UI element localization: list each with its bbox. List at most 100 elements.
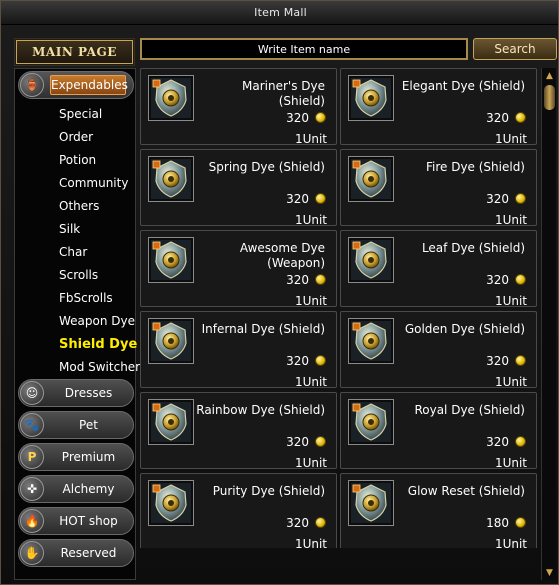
item-price: 320 (486, 111, 509, 125)
subcategory-order[interactable]: Order (59, 130, 93, 144)
subcategory-fbscrolls[interactable]: FbScrolls (59, 291, 113, 305)
shield-dye-icon[interactable] (148, 480, 194, 526)
shield-dye-icon[interactable] (348, 318, 394, 364)
item-name: Awesome Dye (Weapon) (239, 241, 325, 270)
item-card[interactable]: Glow Reset (Shield) 180 1Unit (340, 473, 537, 548)
scroll-up-arrow-icon[interactable]: ▲ (543, 69, 556, 82)
item-name: Golden Dye (Shield) (404, 322, 525, 336)
item-price: 320 (286, 192, 309, 206)
subcategory-char[interactable]: Char (59, 245, 87, 259)
subcategory-silk[interactable]: Silk (59, 222, 80, 236)
shield-dye-icon[interactable] (148, 318, 194, 364)
subcategory-potion[interactable]: Potion (59, 153, 96, 167)
category-hot-shop[interactable]: 🔥 HOT shop (18, 507, 134, 535)
item-unit: 1Unit (294, 294, 327, 308)
item-unit: 1Unit (494, 294, 527, 308)
item-card[interactable]: Infernal Dye (Shield) 320 1Unit (140, 311, 337, 389)
shield-dye-icon[interactable] (148, 75, 194, 121)
item-name: Leaf Dye (Shield) (421, 241, 525, 255)
shield-dye-icon[interactable] (148, 237, 194, 283)
item-name: Elegant Dye (Shield) (401, 79, 525, 93)
item-unit: 1Unit (294, 375, 327, 389)
category-label: Dresses (64, 386, 113, 400)
item-card[interactable]: Awesome Dye (Weapon) 320 1Unit (140, 230, 337, 308)
search-button[interactable]: Search (473, 38, 557, 60)
category-premium[interactable]: P Premium (18, 443, 134, 471)
item-unit: 1Unit (294, 456, 327, 470)
silk-coin-icon (515, 112, 526, 123)
premium-p-icon: P (20, 445, 44, 469)
category-dresses[interactable]: ☺ Dresses (18, 379, 134, 407)
window-title: Item Mall (254, 6, 307, 19)
item-price: 320 (286, 111, 309, 125)
category-alchemy[interactable]: ✜ Alchemy (18, 475, 134, 503)
search-input[interactable] (140, 38, 468, 60)
item-name: Glow Reset (Shield) (407, 484, 525, 498)
item-card[interactable]: Royal Dye (Shield) 320 1Unit (340, 392, 537, 470)
silk-coin-icon (315, 355, 326, 366)
item-unit: 1Unit (494, 456, 527, 470)
item-price: 320 (286, 435, 309, 449)
silk-coin-icon (315, 436, 326, 447)
category-expendables[interactable]: 🏺 Expendables (18, 71, 134, 99)
item-price: 320 (286, 516, 309, 530)
subcategory-shield-dye[interactable]: Shield Dye (59, 337, 137, 352)
silk-coin-icon (515, 517, 526, 528)
item-card[interactable]: Golden Dye (Shield) 320 1Unit (340, 311, 537, 389)
silk-coin-icon (515, 355, 526, 366)
category-label: Reserved (60, 546, 117, 560)
item-mall-window: Item Mall MAIN PAGE Search 🏺 Expendables ☺… (0, 0, 559, 585)
item-card[interactable]: Purity Dye (Shield) 320 1Unit (140, 473, 337, 548)
item-card[interactable]: Spring Dye (Shield) 320 1Unit (140, 149, 337, 227)
main-page-button[interactable]: MAIN PAGE (14, 38, 135, 66)
shield-dye-icon[interactable] (348, 237, 394, 283)
category-label: Expendables (50, 75, 128, 95)
item-card[interactable]: Leaf Dye (Shield) 320 1Unit (340, 230, 537, 308)
subcategory-weapon-dye[interactable]: Weapon Dye (59, 314, 135, 328)
silk-coin-icon (515, 436, 526, 447)
subcategory-community[interactable]: Community (59, 176, 128, 190)
silk-coin-icon (315, 193, 326, 204)
item-unit: 1Unit (294, 537, 327, 548)
subcategory-scrolls[interactable]: Scrolls (59, 268, 98, 282)
category-label: Pet (79, 418, 98, 432)
item-card[interactable]: Fire Dye (Shield) 320 1Unit (340, 149, 537, 227)
hand-icon: ✋ (20, 541, 44, 565)
item-name: Royal Dye (Shield) (414, 403, 525, 417)
subcategory-mod-switcher[interactable]: Mod Switcher (59, 360, 140, 374)
item-price: 320 (286, 354, 309, 368)
shield-dye-icon[interactable] (148, 156, 194, 202)
item-scrollbar[interactable]: ▲ ▼ (541, 68, 556, 580)
silk-coin-icon (315, 517, 326, 528)
category-reserved[interactable]: ✋ Reserved (18, 539, 134, 567)
item-grid: Mariner's Dye (Shield) 320 1Unit Elegant Dy… (140, 68, 538, 548)
silk-coin-icon (315, 112, 326, 123)
scroll-thumb[interactable] (544, 85, 555, 110)
category-pet[interactable]: 🐾 Pet (18, 411, 134, 439)
subcategory-others[interactable]: Others (59, 199, 99, 213)
title-bar[interactable]: Item Mall (1, 1, 558, 25)
fire-icon: 🔥 (20, 509, 44, 533)
item-price: 320 (286, 273, 309, 287)
item-card[interactable]: Elegant Dye (Shield) 320 1Unit (340, 68, 537, 146)
shield-dye-icon[interactable] (148, 399, 194, 445)
category-label: Alchemy (62, 482, 115, 496)
item-name: Rainbow Dye (Shield) (196, 403, 325, 417)
category-sidebar: 🏺 Expendables ☺ Dresses 🐾 Pet P Premium ✜ Alchemy… (14, 68, 140, 580)
item-card[interactable]: Mariner's Dye (Shield) 320 1Unit (140, 68, 337, 146)
item-price: 180 (486, 516, 509, 530)
category-label: Premium (61, 450, 116, 464)
scroll-down-arrow-icon[interactable]: ▼ (543, 566, 556, 579)
alchemy-icon: ✜ (20, 477, 44, 501)
subcategory-special[interactable]: Special (59, 107, 102, 121)
silk-coin-icon (515, 193, 526, 204)
shield-dye-icon[interactable] (348, 480, 394, 526)
character-icon: ☺ (20, 381, 44, 405)
item-unit: 1Unit (294, 213, 327, 227)
item-price: 320 (486, 192, 509, 206)
item-unit: 1Unit (294, 132, 327, 146)
shield-dye-icon[interactable] (348, 75, 394, 121)
item-card[interactable]: Rainbow Dye (Shield) 320 1Unit (140, 392, 337, 470)
shield-dye-icon[interactable] (348, 399, 394, 445)
shield-dye-icon[interactable] (348, 156, 394, 202)
